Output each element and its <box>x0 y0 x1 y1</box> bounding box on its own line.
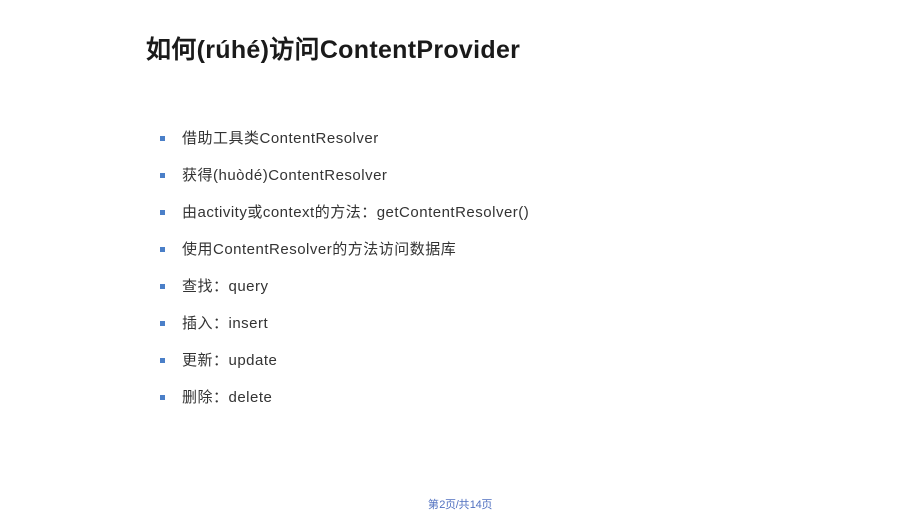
list-item: 由activity或context的方法：getContentResolver(… <box>160 202 920 223</box>
page-title: 如何(rúhé)访问ContentProvider <box>146 30 920 66</box>
list-item: 删除：delete <box>160 387 920 408</box>
slide-container: 如何(rúhé)访问ContentProvider 借助工具类ContentRe… <box>0 0 920 518</box>
bullet-list: 借助工具类ContentResolver 获得(huòdé)ContentRes… <box>146 128 920 408</box>
list-item: 借助工具类ContentResolver <box>160 128 920 149</box>
page-number: 第 2页/共 14页 <box>428 499 492 511</box>
page-footer: 第 2页/共 14页 <box>0 496 920 512</box>
list-item: 查找：query <box>160 276 920 297</box>
list-item: 更新：update <box>160 350 920 371</box>
list-item: 获得(huòdé)ContentResolver <box>160 165 920 186</box>
list-item: 使用ContentResolver的方法访问数据库 <box>160 239 920 260</box>
list-item: 插入：insert <box>160 313 920 334</box>
